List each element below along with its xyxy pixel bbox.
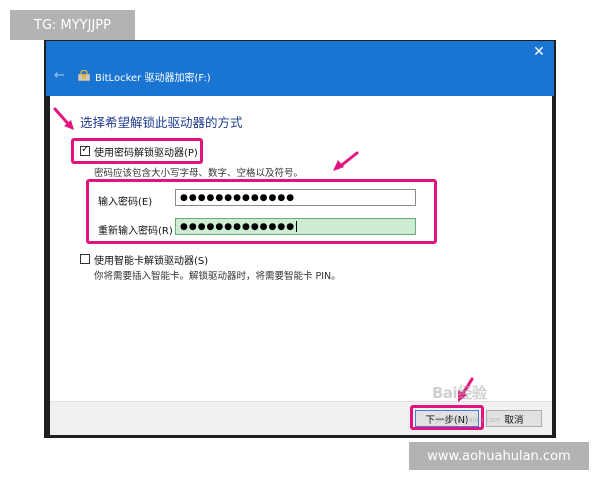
reenter-password-field[interactable]: ●●●●●●●●●●●●● <box>175 218 416 235</box>
enter-password-label: 输入密码(E) <box>98 197 153 208</box>
bitlocker-drive-icon <box>78 70 90 81</box>
smartcard-unlock-label[interactable]: 使用智能卡解锁驱动器(S) <box>94 252 208 267</box>
annotation-arrow-icon <box>53 107 74 130</box>
enter-password-value: ●●●●●●●●●●●●● <box>180 192 296 203</box>
watermark-top: TG: MYYJJPP <box>10 10 135 40</box>
checkmark-icon: ✓ <box>81 144 90 155</box>
reenter-password-value: ●●●●●●●●●●●●● <box>180 221 296 232</box>
dialog-heading: 选择希望解锁此驱动器的方式 <box>80 115 243 130</box>
smartcard-hint: 你将需要插入智能卡。解锁驱动器时，将需要智能卡 PIN。 <box>94 271 341 282</box>
text-caret <box>296 221 298 232</box>
enter-password-field[interactable]: ●●●●●●●●●●●●● <box>175 189 416 206</box>
password-unlock-label[interactable]: 使用密码解锁驱动器(P) <box>94 144 198 159</box>
password-unlock-checkbox[interactable]: ✓ <box>80 144 90 156</box>
window-title: BitLocker 驱动器加密(F:) <box>95 73 211 84</box>
baidu-watermark-url: jingyan.baidu.com <box>436 416 501 424</box>
close-icon[interactable]: ✕ <box>528 41 550 63</box>
password-hint: 密码应该包含大小写字母、数字、空格以及符号。 <box>94 168 304 179</box>
back-arrow-icon[interactable]: ← <box>54 68 65 83</box>
smartcard-unlock-checkbox[interactable] <box>80 254 90 264</box>
baidu-watermark: Bai经验 <box>432 384 487 402</box>
watermark-bottom: www.aohuahulan.com <box>409 442 589 470</box>
reenter-password-label: 重新输入密码(R) <box>98 226 173 237</box>
annotation-arrow-icon <box>333 151 359 171</box>
